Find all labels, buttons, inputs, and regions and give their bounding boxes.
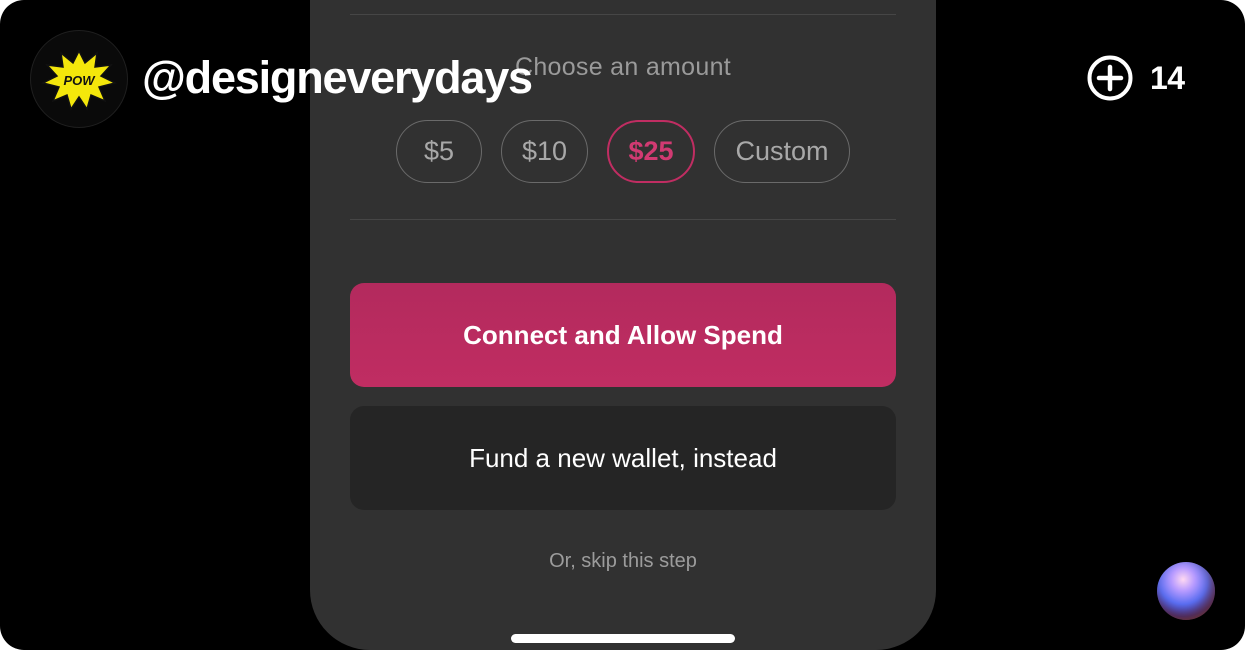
add-count: 14 bbox=[1150, 59, 1185, 96]
pow-burst-icon: POW bbox=[40, 49, 118, 111]
channel-handle: @designeverydays bbox=[142, 52, 533, 103]
top-divider bbox=[350, 14, 896, 15]
connect-and-allow-spend-button[interactable]: Connect and Allow Spend bbox=[350, 283, 896, 387]
avatar[interactable]: POW bbox=[30, 30, 128, 128]
avatar-text: POW bbox=[63, 73, 96, 88]
amount-option-custom[interactable]: Custom bbox=[714, 120, 850, 183]
amount-option-25-selected[interactable]: $25 bbox=[607, 120, 695, 183]
plus-circle-icon[interactable] bbox=[1086, 54, 1134, 102]
sphere-orb-icon[interactable] bbox=[1157, 562, 1215, 620]
fund-new-wallet-button[interactable]: Fund a new wallet, instead bbox=[350, 406, 896, 510]
middle-divider bbox=[350, 219, 896, 220]
amount-option-10[interactable]: $10 bbox=[501, 120, 588, 183]
skip-step-link[interactable]: Or, skip this step bbox=[310, 550, 936, 573]
add-button-group[interactable]: 14 bbox=[1086, 54, 1185, 102]
screen-frame: Choose an amount $5 $10 $25 Custom Conne… bbox=[0, 0, 1245, 650]
amount-option-5[interactable]: $5 bbox=[396, 120, 482, 183]
amount-options: $5 $10 $25 Custom bbox=[310, 120, 936, 183]
home-indicator[interactable] bbox=[511, 634, 735, 643]
